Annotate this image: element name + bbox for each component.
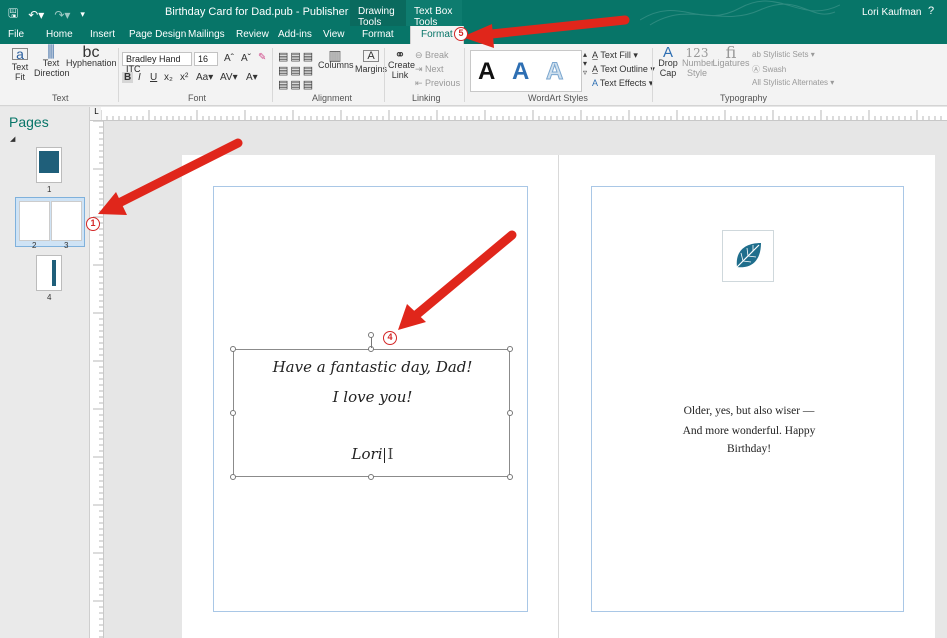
annotation-badge-5: 5 <box>454 27 468 41</box>
arrow-to-thumbnail <box>110 138 243 210</box>
arrow-to-text-box <box>410 230 517 321</box>
annotation-arrows <box>98 15 630 330</box>
publisher-window: 🖫 ↶▾ ↷▾ ▾ Birthday Card for Dad.pub - Pu… <box>0 0 947 638</box>
annotation-badge-1: 1 <box>86 217 100 231</box>
arrow-to-format-tab <box>477 15 630 40</box>
annotation-badge-4: 4 <box>383 331 397 345</box>
